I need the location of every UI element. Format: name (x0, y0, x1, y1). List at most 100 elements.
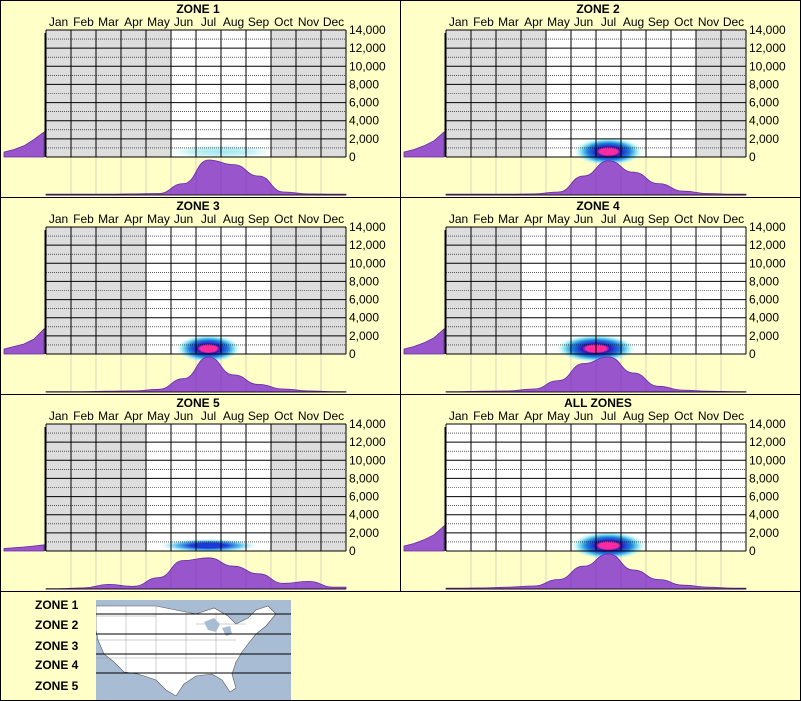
month-label: Jan (449, 409, 468, 423)
month-label: Feb (73, 409, 94, 423)
month-label: Jan (49, 409, 68, 423)
month-label: Apr (124, 409, 143, 423)
month-label: Mar (98, 212, 119, 226)
panel-title: ZONE 2 (576, 2, 620, 16)
y-tick-label: 10,000 (349, 256, 386, 270)
y-tick-label: 0 (749, 150, 756, 164)
month-label: Sep (248, 212, 270, 226)
elevation-profile (403, 328, 445, 355)
month-label: Mar (498, 15, 519, 29)
y-tick-label: 6,000 (749, 490, 779, 504)
y-tick-label: 10,000 (349, 59, 386, 73)
y-tick-label: 10,000 (349, 453, 386, 467)
month-label: Aug (623, 409, 644, 423)
month-label: Jul (601, 15, 616, 29)
month-label: Sep (648, 212, 670, 226)
month-label: Sep (648, 15, 670, 29)
y-tick-label: 4,000 (349, 311, 379, 325)
y-tick-label: 12,000 (349, 238, 386, 252)
y-tick-label: 8,000 (349, 471, 379, 485)
y-tick-label: 14,000 (349, 417, 386, 431)
legend-zone-3: ZONE 3 (35, 639, 79, 653)
month-label: Jan (49, 212, 68, 226)
month-label: Jan (49, 15, 68, 29)
y-tick-label: 12,000 (749, 41, 786, 55)
month-label: Jun (174, 409, 193, 423)
y-tick-label: 2,000 (749, 526, 779, 540)
month-label: Dec (723, 409, 744, 423)
month-label: Nov (298, 15, 319, 29)
legend-zone-4: ZONE 4 (35, 658, 79, 672)
y-tick-label: 14,000 (749, 23, 786, 37)
y-tick-label: 14,000 (349, 220, 386, 234)
month-label: Aug (223, 15, 244, 29)
month-label: Feb (73, 212, 94, 226)
y-tick-label: 12,000 (749, 238, 786, 252)
month-label: Aug (223, 212, 244, 226)
month-label: Jun (174, 212, 193, 226)
month-label: Oct (274, 409, 293, 423)
y-tick-label: 4,000 (749, 114, 779, 128)
panel-title: ZONE 1 (176, 2, 220, 16)
elevation-profile (3, 544, 45, 552)
y-tick-label: 0 (349, 347, 356, 361)
month-label: May (547, 15, 570, 29)
y-tick-label: 12,000 (349, 435, 386, 449)
legend-zone-2: ZONE 2 (35, 618, 79, 632)
month-label: Feb (473, 212, 494, 226)
month-label: Aug (623, 15, 644, 29)
month-label: Apr (124, 15, 143, 29)
y-tick-label: 6,000 (349, 490, 379, 504)
y-tick-label: 10,000 (749, 59, 786, 73)
month-label: Mar (498, 409, 519, 423)
month-label: Jan (449, 15, 468, 29)
month-label: Apr (124, 212, 143, 226)
month-label: Apr (524, 409, 543, 423)
y-tick-label: 2,000 (349, 526, 379, 540)
y-tick-label: 6,000 (749, 293, 779, 307)
month-label: May (547, 409, 570, 423)
month-label: Nov (698, 15, 719, 29)
elevation-profile (403, 131, 445, 158)
month-label: Feb (473, 409, 494, 423)
month-label: Feb (73, 15, 94, 29)
month-label: Nov (298, 212, 319, 226)
month-label: Jun (574, 409, 593, 423)
panel-title: ALL ZONES (564, 396, 632, 410)
y-tick-label: 12,000 (349, 41, 386, 55)
legend-zone-5: ZONE 5 (35, 679, 79, 693)
month-label: Dec (723, 212, 744, 226)
elevation-profile (3, 328, 45, 355)
month-label: Oct (674, 15, 693, 29)
month-label: Mar (98, 409, 119, 423)
zone-legend: ZONE 1 ZONE 2 ZONE 3 ZONE 4 ZONE 5 (0, 591, 801, 701)
month-label: Nov (298, 409, 319, 423)
month-label: Jan (449, 212, 468, 226)
month-label: Jun (174, 15, 193, 29)
panel-title: ZONE 5 (176, 396, 220, 410)
month-label: Nov (698, 409, 719, 423)
panel-4: ZONE 4 Jan Feb Mar Apr May Jun Jul Aug Sep Oct Nov D… (400, 197, 801, 395)
month-label: Jun (574, 15, 593, 29)
month-label: Oct (274, 15, 293, 29)
month-label: Apr (524, 15, 543, 29)
y-tick-label: 8,000 (749, 77, 779, 91)
panel-3: ZONE 3 Jan Feb Mar Apr May Jun Jul Aug Sep Oct Nov D… (0, 197, 401, 395)
month-label: Aug (223, 409, 244, 423)
month-label: Feb (473, 15, 494, 29)
y-tick-label: 4,000 (749, 508, 779, 522)
y-tick-label: 10,000 (749, 256, 786, 270)
month-label: Jul (201, 409, 216, 423)
y-tick-label: 2,000 (349, 132, 379, 146)
y-tick-label: 6,000 (749, 96, 779, 110)
y-tick-label: 8,000 (749, 274, 779, 288)
y-tick-label: 0 (349, 150, 356, 164)
legend-zone-1: ZONE 1 (35, 598, 79, 612)
month-label: Apr (524, 212, 543, 226)
month-label: Oct (674, 212, 693, 226)
month-label: Mar (498, 212, 519, 226)
y-tick-label: 8,000 (349, 77, 379, 91)
y-tick-label: 2,000 (749, 132, 779, 146)
month-label: May (147, 212, 170, 226)
us-map (96, 600, 291, 700)
